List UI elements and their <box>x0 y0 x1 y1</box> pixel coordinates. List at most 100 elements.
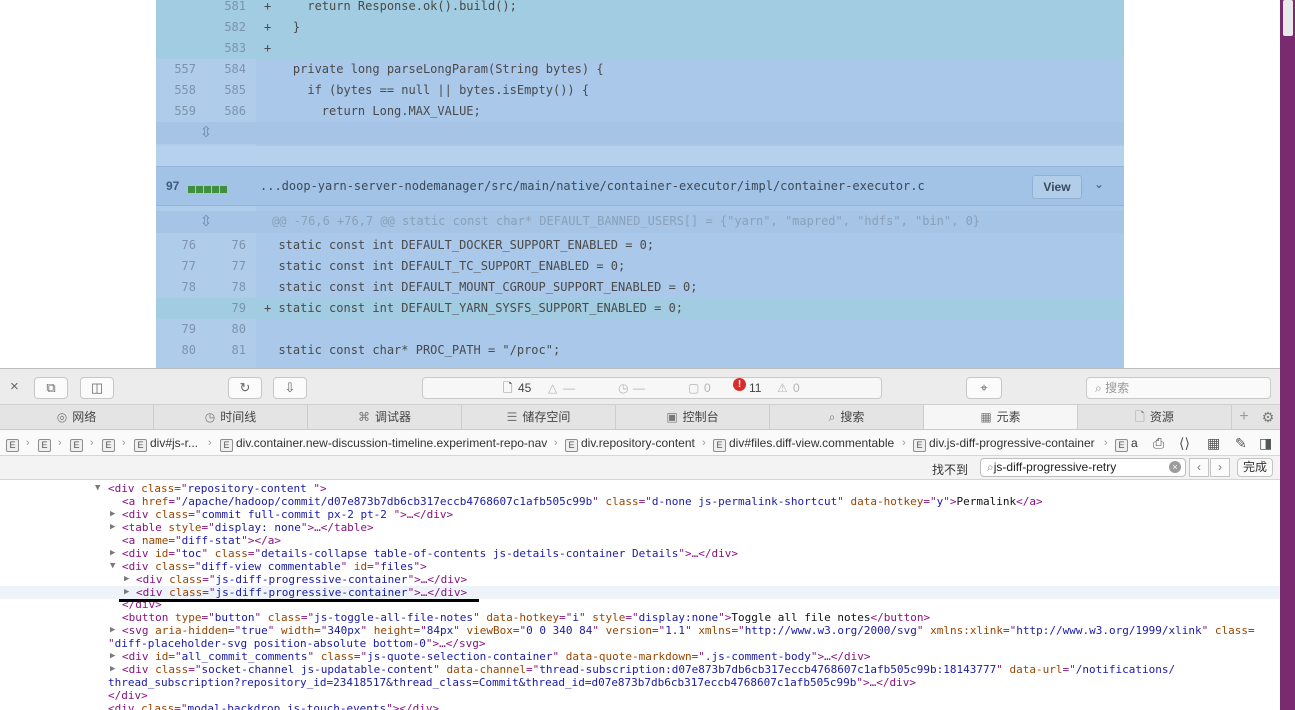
breadcrumb-item[interactable]: Ediv#js-r... <box>134 435 198 452</box>
dom-node[interactable]: ▶ <div class="socket-channel js-updatable… <box>0 663 1280 676</box>
tab-resources[interactable]: 🗋 资源 <box>1078 405 1232 429</box>
resource-count[interactable]: 45 <box>518 378 531 398</box>
disclosure-triangle-icon[interactable]: ▶ <box>110 508 115 521</box>
weight-icon: △ <box>548 381 558 395</box>
pencil-icon[interactable]: ✎ <box>1235 434 1247 452</box>
diff-line[interactable]: 557 584 private long parseLongParam(Stri… <box>156 59 1124 80</box>
dom-node[interactable]: ▼ <div class="repository-content "> <box>0 482 1280 495</box>
diff-line[interactable]: 77 77 static const int DEFAULT_TC_SUPPOR… <box>156 256 1124 277</box>
clear-icon[interactable]: × <box>1169 461 1181 473</box>
add-tab-icon[interactable]: + <box>1236 408 1252 426</box>
activity-status: 🗋 45 △ — ◷ — ▢ 0 ! 11 ⚠ 0 <box>422 377 882 399</box>
print-icon[interactable]: ⎙ <box>1153 434 1164 452</box>
window-edge <box>1280 0 1295 710</box>
tab-search[interactable]: ⌕ 搜索 <box>770 405 924 429</box>
diff-line[interactable]: 558 585 if (bytes == null || bytes.isEmp… <box>156 80 1124 101</box>
dom-node[interactable]: ▶ <div class="js-diff-progressive-contain… <box>0 573 1280 586</box>
element-icon: E <box>565 439 578 452</box>
detach-window-button[interactable]: ⧉ <box>34 377 68 399</box>
diff-stat-count: 97 <box>166 179 180 193</box>
unfold-icon[interactable]: ⇳ <box>192 211 220 232</box>
gear-icon[interactable]: ⚙ <box>1258 408 1278 426</box>
view-file-button[interactable]: View <box>1032 175 1082 199</box>
unfold-icon[interactable]: ⇳ <box>192 122 220 143</box>
dom-node[interactable]: <a name="diff-stat"></a> <box>0 534 1280 547</box>
tab-elements[interactable]: ▦ 元素 <box>924 405 1078 429</box>
breadcrumb-item[interactable]: Ediv.container.new-discussion-timeline.e… <box>220 435 547 452</box>
find-input[interactable]: ⌕js-diff-progressive-retry × <box>980 458 1186 477</box>
devtools-toolbar: × ⧉ ◫ ↻ ⇩ 🗋 45 △ — ◷ — ▢ 0 ! 11 ⚠ 0 ⌖ ⌕ … <box>0 368 1280 405</box>
disclosure-triangle-icon[interactable]: ▶ <box>110 547 115 560</box>
breadcrumb-item[interactable]: E <box>38 435 54 452</box>
breadcrumb-item[interactable]: Ediv.js-diff-progressive-container <box>913 435 1095 452</box>
error-count[interactable]: 11 <box>749 378 761 398</box>
dom-node[interactable]: ▶ <div id="toc" class="details-collapse t… <box>0 547 1280 560</box>
log-count[interactable]: 0 <box>704 378 711 398</box>
dom-node[interactable]: ▼ <div class="diff-view commentable" id="… <box>0 560 1280 573</box>
breadcrumb-item[interactable]: E <box>70 435 86 452</box>
find-next-button[interactable]: › <box>1210 458 1230 477</box>
disclosure-triangle-icon[interactable]: ▶ <box>110 624 115 637</box>
dom-node[interactable]: ▶ <div class="commit full-commit px-2 pt-… <box>0 508 1280 521</box>
disclosure-triangle-icon[interactable]: ▶ <box>110 521 115 534</box>
dom-node[interactable]: <div class="modal-backdrop js-touch-even… <box>0 702 1280 710</box>
tab-console[interactable]: ▣ 控制台 <box>616 405 770 429</box>
tab-timeline[interactable]: ◷ 时间线 <box>154 405 308 429</box>
download-button[interactable]: ⇩ <box>273 377 307 399</box>
disclosure-triangle-icon[interactable]: ▶ <box>110 663 115 676</box>
tab-network[interactable]: ◎ 网络 <box>0 405 154 429</box>
disclosure-triangle-icon[interactable]: ▼ <box>95 482 100 495</box>
dock-side-button[interactable]: ◫ <box>80 377 114 399</box>
element-icon: E <box>713 439 726 452</box>
diff-line[interactable]: 79 80 <box>156 319 1124 340</box>
layout-grid-icon[interactable]: ▦ <box>1207 434 1220 452</box>
dom-node[interactable]: ▶ <div id="all_commit_comments" class="js… <box>0 650 1280 663</box>
element-icon: E <box>70 439 83 452</box>
tab-storage[interactable]: ☰ 储存空间 <box>462 405 616 429</box>
element-icon: E <box>913 439 926 452</box>
dom-node[interactable]: <button type="button" class="js-toggle-a… <box>0 611 1280 624</box>
diff-line[interactable]: 581 + return Response.ok().build(); <box>156 0 1124 17</box>
disclosure-triangle-icon[interactable]: ▼ <box>110 560 115 573</box>
dom-node[interactable]: ▶ <table style="display: none">…</table> <box>0 521 1280 534</box>
dom-node[interactable]: ▶ <svg aria-hidden="true" width="340px" h… <box>0 624 1280 637</box>
disclosure-triangle-icon[interactable]: ▶ <box>124 573 129 586</box>
dom-node[interactable]: <a href="/apache/hadoop/commit/d07e873b7… <box>0 495 1280 508</box>
log-icon: ▢ <box>688 381 700 395</box>
breadcrumb-item[interactable]: Ediv#files.diff-view.commentable <box>713 435 894 452</box>
diff-view: 581 + return Response.ok().build(); 582 … <box>156 0 1124 368</box>
find-done-button[interactable]: 完成 <box>1237 458 1273 477</box>
element-icon: E <box>6 439 19 452</box>
file-path[interactable]: ...doop-yarn-server-nodemanager/src/main… <box>260 179 925 193</box>
find-query: js-diff-progressive-retry <box>993 460 1117 474</box>
disclosure-triangle-icon[interactable]: ▶ <box>110 650 115 663</box>
reload-button[interactable]: ↻ <box>228 377 262 399</box>
devtools-search-input[interactable]: ⌕ 搜索 <box>1086 377 1271 399</box>
code-icon[interactable]: ⟨⟩ <box>1179 434 1190 452</box>
diff-line-added[interactable]: 79 + static const int DEFAULT_YARN_SYSFS… <box>156 298 1124 319</box>
diff-line[interactable]: 559 586 return Long.MAX_VALUE; <box>156 101 1124 122</box>
hunk-header-row: ⇳ @@ -76,6 +76,7 @@ static const char* D… <box>156 211 1124 233</box>
chevron-down-icon[interactable]: ⌄ <box>1094 177 1104 191</box>
dom-node[interactable]: </div> <box>0 689 1280 702</box>
sidebar-toggle-icon[interactable]: ◨ <box>1259 434 1272 452</box>
diff-line[interactable]: 582 + } <box>156 17 1124 38</box>
diff-line[interactable]: 80 81 static const char* PROC_PATH = "/p… <box>156 340 1124 361</box>
tab-debugger[interactable]: ⌘ 调试器 <box>308 405 462 429</box>
find-previous-button[interactable]: ‹ <box>1189 458 1209 477</box>
breadcrumb-item[interactable]: Ediv.repository-content <box>565 435 695 452</box>
breadcrumb-item[interactable]: Ea <box>1115 435 1138 452</box>
diff-line[interactable]: 78 78 static const int DEFAULT_MOUNT_CGR… <box>156 277 1124 298</box>
element-icon: E <box>38 439 51 452</box>
inspect-button[interactable]: ⌖ <box>966 377 1002 399</box>
breadcrumb-item[interactable]: E <box>6 435 22 452</box>
diff-line[interactable]: 76 76 static const int DEFAULT_DOCKER_SU… <box>156 235 1124 256</box>
diff-line[interactable]: 583 + <box>156 38 1124 59</box>
find-status: 找不到 <box>932 463 969 477</box>
breadcrumb-item[interactable]: E <box>102 435 118 452</box>
scrollbar-thumb[interactable] <box>1283 0 1293 36</box>
warning-count[interactable]: 0 <box>793 378 800 398</box>
search-icon: ⌕ <box>987 460 994 474</box>
window-icon: ⧉ <box>46 380 56 395</box>
close-icon[interactable]: × <box>10 378 19 395</box>
